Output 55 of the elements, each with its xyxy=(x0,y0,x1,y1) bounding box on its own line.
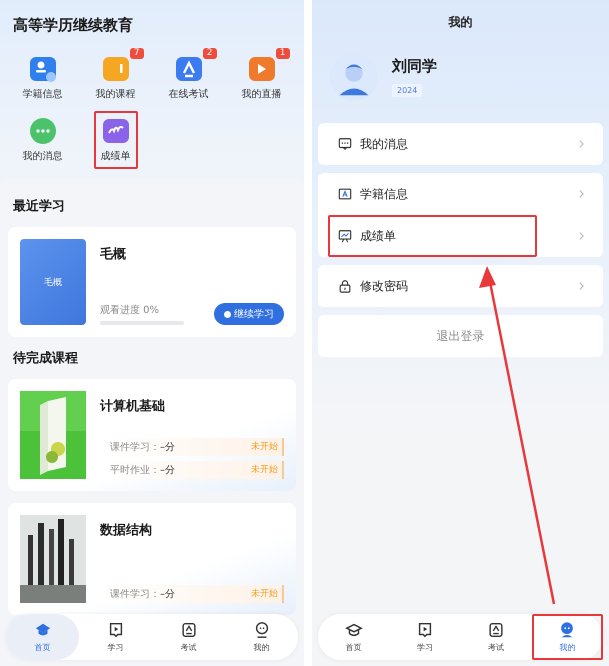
status-label: 未开始 xyxy=(251,440,278,454)
menu-item[interactable]: 我的消息 xyxy=(322,123,599,165)
shortcut[interactable]: 7 我的课程 xyxy=(86,51,146,105)
id-card-icon xyxy=(338,187,352,201)
user-name: 刘同学 xyxy=(392,57,437,76)
tab[interactable]: 学习 xyxy=(79,614,152,660)
menu-item[interactable]: 成绩单 xyxy=(322,215,599,257)
chart-icon xyxy=(338,229,352,243)
cover-title: 毛概 xyxy=(44,276,62,288)
section-heading: 最近学习 xyxy=(13,198,66,215)
exam-icon xyxy=(487,621,506,639)
tab[interactable]: 学习 xyxy=(389,614,460,660)
chevron-icon xyxy=(578,139,585,149)
course-title: 计算机基础 xyxy=(100,398,166,415)
chevron-icon xyxy=(578,189,585,199)
exam-icon xyxy=(174,55,202,83)
status-label: 未开始 xyxy=(251,588,278,601)
score-label: 平时作业：–分 xyxy=(110,464,175,477)
tab[interactable]: 考试 xyxy=(152,614,225,660)
shortcut[interactable]: 学籍信息 xyxy=(12,51,72,105)
chevron-icon xyxy=(578,281,585,291)
continue-button[interactable]: 继续学习 xyxy=(214,303,284,325)
menu-item[interactable]: 学籍信息 xyxy=(322,173,599,215)
score-label: 课件学习：–分 xyxy=(110,588,175,601)
count-badge: 2 xyxy=(202,48,216,59)
home-icon xyxy=(344,621,363,639)
section-heading: 待完成课程 xyxy=(13,350,79,367)
shortcut[interactable]: 我的消息 xyxy=(12,113,72,167)
message-icon xyxy=(338,137,352,151)
chat-icon xyxy=(28,117,56,145)
tab[interactable]: 我的 xyxy=(532,614,603,660)
course-title: 数据结构 xyxy=(100,522,153,539)
score-label: 课件学习：–分 xyxy=(110,441,175,454)
id-card-icon xyxy=(28,55,56,83)
menu-item[interactable]: 修改密码 xyxy=(322,265,599,307)
tab[interactable]: 考试 xyxy=(460,614,532,660)
score-sheet-icon xyxy=(102,117,130,145)
chevron-icon xyxy=(578,231,585,241)
page-title: 我的 xyxy=(447,14,474,31)
year-tag: 2024 xyxy=(392,84,422,97)
course-title: 毛概 xyxy=(100,246,127,263)
progress-label: 观看进度 0% xyxy=(100,305,160,316)
tab[interactable]: 首页 xyxy=(318,614,390,660)
count-badge: 7 xyxy=(130,48,144,59)
shortcut[interactable]: 1 我的直播 xyxy=(232,51,292,105)
status-label: 未开始 xyxy=(251,464,278,477)
count-badge: 1 xyxy=(276,48,290,59)
shortcut[interactable]: 成绩单 xyxy=(86,113,146,167)
play-icon xyxy=(248,55,276,83)
tab[interactable]: 首页 xyxy=(6,614,79,660)
exam-icon xyxy=(180,621,198,639)
lock-icon xyxy=(338,279,352,293)
tab[interactable]: 我的 xyxy=(225,614,298,660)
page-title: 高等学历继续教育 xyxy=(13,16,134,35)
logout-button[interactable]: 退出登录 xyxy=(318,315,603,357)
